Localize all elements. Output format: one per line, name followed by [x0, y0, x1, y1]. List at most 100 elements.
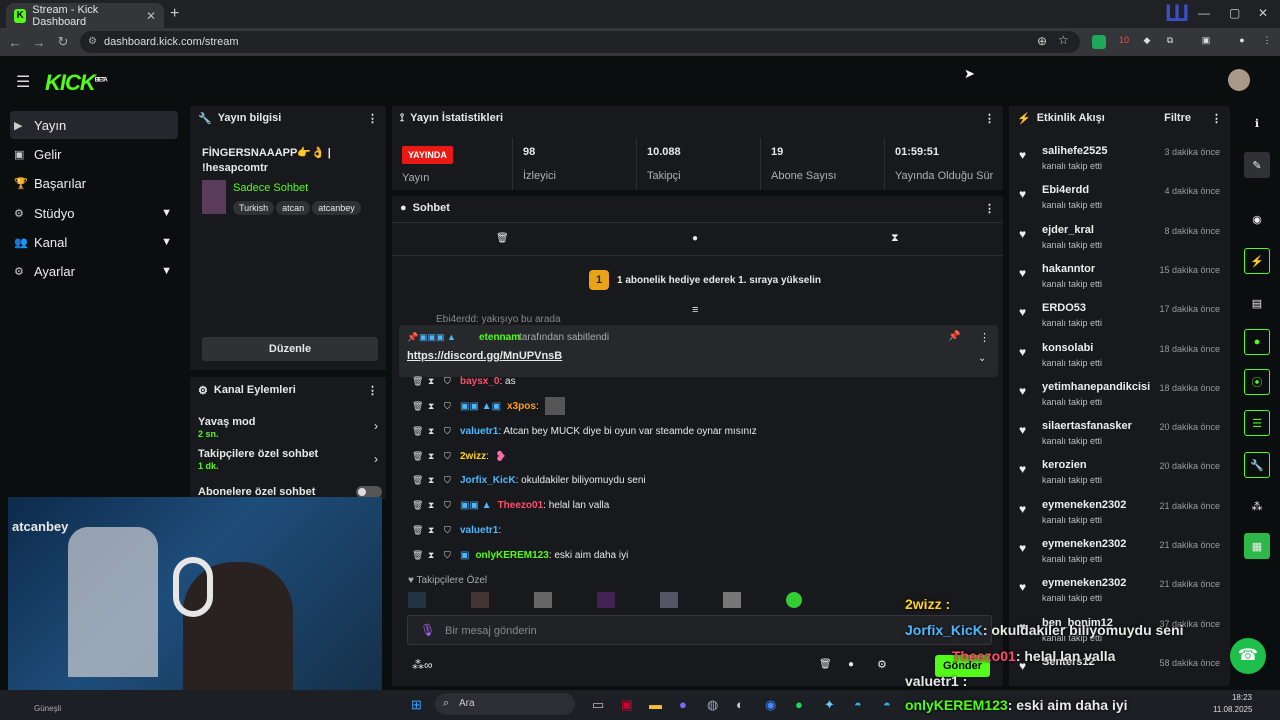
- chat-username[interactable]: valuetr1: [460, 426, 498, 437]
- hourglass-icon[interactable]: ⧗: [428, 550, 438, 561]
- event-username[interactable]: konsolabi: [1042, 342, 1093, 354]
- pinned-link[interactable]: https://discord.gg/MnUPVnsB: [407, 350, 562, 362]
- scroll-down-icon[interactable]: ≡: [692, 304, 698, 316]
- avatar[interactable]: [597, 592, 615, 608]
- app-tile-icon[interactable]: ▦: [1244, 533, 1270, 559]
- emote-picker-icon[interactable]: ⁂∞: [412, 658, 433, 672]
- activity-event[interactable]: ♥ eymeneken2302 kanalı takip etti 21 dakika…: [1016, 536, 1220, 572]
- more-options-icon[interactable]: ⋮: [367, 112, 378, 125]
- trash-icon[interactable]: 🗑: [819, 659, 832, 670]
- task-view-icon[interactable]: ▭: [592, 697, 604, 713]
- trash-icon[interactable]: 🗑: [412, 550, 423, 561]
- edge-icon[interactable]: ◓: [883, 697, 891, 712]
- activity-event[interactable]: ♥ kerozien kanalı takip etti 20 dakika önce: [1016, 457, 1220, 493]
- camera-icon[interactable]: ◉: [1244, 206, 1270, 232]
- avatar[interactable]: [723, 592, 741, 608]
- activity-event[interactable]: ♥ konsolabi kanalı takip etti 18 dakika önc…: [1016, 340, 1220, 376]
- sidebar-item-studyo[interactable]: ⚙ Stüdyo ▼: [10, 199, 178, 227]
- profile-icon[interactable]: ●: [1235, 35, 1249, 49]
- extension-green-icon[interactable]: [1092, 35, 1106, 49]
- avatar[interactable]: [408, 592, 426, 608]
- hourglass-icon[interactable]: ⧗: [428, 426, 438, 437]
- more-options-icon[interactable]: ⋮: [984, 202, 995, 215]
- hamburger-menu-icon[interactable]: ☰: [16, 72, 30, 92]
- avatar[interactable]: [1228, 69, 1250, 91]
- sidebar-item-kanal[interactable]: 👥 Kanal ▼: [10, 228, 178, 256]
- new-tab-button[interactable]: +: [170, 5, 179, 23]
- extension-badge-icon[interactable]: 10: [1117, 35, 1131, 49]
- list-icon[interactable]: ☰: [1244, 410, 1270, 436]
- activity-event[interactable]: ♥ eymeneken2302 kanalı takip etti 21 dakika…: [1016, 497, 1220, 533]
- app-icon[interactable]: ✦: [824, 697, 835, 713]
- activity-event[interactable]: ♥ hakanntor kanalı takip etti 15 dakika önc…: [1016, 261, 1220, 297]
- sidebar-item-yayin[interactable]: ▶ Yayın: [10, 111, 178, 139]
- shield-icon[interactable]: ⛉: [444, 475, 454, 486]
- activity-event[interactable]: ♥ silaertasfanasker kanalı takip etti 20 da…: [1016, 418, 1220, 454]
- shield-icon[interactable]: ⛉: [444, 500, 454, 511]
- extension-diamond-icon[interactable]: ◆: [1140, 35, 1154, 49]
- tag[interactable]: atcanbey: [312, 201, 361, 215]
- hourglass-icon[interactable]: ⧗: [428, 451, 438, 462]
- hourglass-icon[interactable]: ⧗: [428, 401, 438, 412]
- chat-username[interactable]: baysx_0: [460, 376, 499, 387]
- close-tab-icon[interactable]: ✕: [146, 9, 156, 23]
- more-options-icon[interactable]: ⋮: [979, 331, 990, 344]
- trash-icon[interactable]: 🗑: [412, 500, 423, 511]
- broadcast-icon[interactable]: ⦿: [1244, 369, 1270, 395]
- avatar[interactable]: [786, 592, 802, 608]
- browser-menu-icon[interactable]: ⋮: [1260, 35, 1274, 49]
- category-link[interactable]: Sadece Sohbet: [233, 182, 308, 194]
- nodes-icon[interactable]: ⁂: [1244, 493, 1270, 519]
- back-icon[interactable]: ←: [3, 35, 27, 50]
- avatar[interactable]: [534, 592, 552, 608]
- chevron-right-icon[interactable]: ›: [374, 419, 378, 433]
- activity-event[interactable]: ♥ ERDO53 kanalı takip etti 17 dakika önce: [1016, 300, 1220, 336]
- document-icon[interactable]: ▤: [1244, 290, 1270, 316]
- more-options-icon[interactable]: ⋮: [1211, 112, 1222, 125]
- chat-username[interactable]: x3pos: [507, 401, 536, 412]
- microphone-icon[interactable]: 🎙: [420, 623, 435, 637]
- hourglass-icon[interactable]: ⧗: [428, 525, 438, 536]
- event-username[interactable]: Ebi4erdd: [1042, 184, 1089, 196]
- chat-username[interactable]: valuetr1: [460, 525, 498, 536]
- app-icon[interactable]: ◐: [736, 697, 744, 712]
- trash-icon[interactable]: 🗑: [496, 233, 509, 244]
- shield-icon[interactable]: ⛉: [444, 426, 454, 437]
- lightning-icon[interactable]: ⚡: [1244, 248, 1270, 274]
- clock-date[interactable]: 11.08.2025: [1213, 705, 1252, 714]
- extensions-puzzle-icon[interactable]: ⧉: [1163, 35, 1177, 49]
- site-info-icon[interactable]: ⚙: [88, 36, 97, 47]
- chat-icon[interactable]: ●: [1244, 329, 1270, 355]
- event-username[interactable]: hakanntor: [1042, 263, 1095, 275]
- chat-username[interactable]: Theezo01: [498, 500, 544, 511]
- sidebar-item-gelir[interactable]: ▣ Gelir: [10, 140, 178, 168]
- edit-pencil-icon[interactable]: ✎: [1244, 152, 1270, 178]
- avatar[interactable]: [660, 592, 678, 608]
- maximize-icon[interactable]: ▢: [1229, 6, 1240, 20]
- shield-icon[interactable]: ⛉: [444, 525, 454, 536]
- support-button[interactable]: ☎: [1230, 638, 1266, 674]
- chat-username[interactable]: onlyKEREM123: [475, 550, 548, 561]
- tag[interactable]: atcan: [276, 201, 311, 215]
- more-options-icon[interactable]: ⋮: [984, 112, 995, 125]
- sidebar-item-ayarlar[interactable]: ⚙ Ayarlar ▼: [10, 257, 178, 285]
- forward-icon[interactable]: →: [27, 35, 51, 50]
- chat-icon[interactable]: ●: [848, 659, 854, 670]
- activity-event[interactable]: ♥ Ebi4erdd kanalı takip etti 4 dakika önce: [1016, 182, 1220, 218]
- event-username[interactable]: salihefe2525: [1042, 145, 1107, 157]
- hourglass-icon[interactable]: ⧗: [428, 376, 438, 387]
- activity-event[interactable]: ♥ ejder_kral kanalı takip etti 8 dakika önc…: [1016, 222, 1220, 258]
- discord-icon[interactable]: ●: [679, 697, 687, 712]
- unpin-icon[interactable]: 📌: [948, 331, 960, 342]
- bookmark-star-icon[interactable]: ☆: [1058, 33, 1069, 47]
- chevron-right-icon[interactable]: ›: [374, 452, 378, 466]
- shield-icon[interactable]: ⛉: [444, 550, 454, 561]
- url-field[interactable]: dashboard.kick.com/stream: [80, 31, 1080, 53]
- app-icon[interactable]: ▣: [621, 697, 633, 713]
- chat-icon[interactable]: ●: [692, 233, 698, 244]
- folder-icon[interactable]: ▬: [649, 697, 662, 712]
- close-window-icon[interactable]: ✕: [1258, 6, 1268, 20]
- kick-logo[interactable]: KICKBETA: [45, 70, 108, 96]
- more-options-icon[interactable]: ⋮: [367, 384, 378, 397]
- pinned-by-user[interactable]: etennam: [479, 332, 520, 343]
